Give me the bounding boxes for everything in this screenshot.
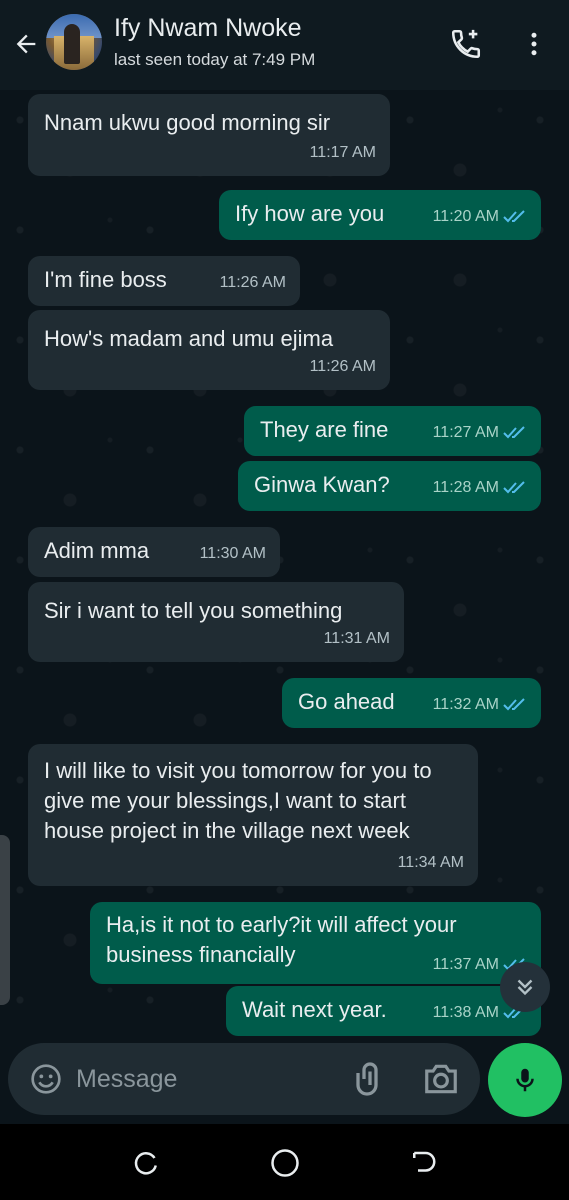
message-composer (8, 1043, 480, 1115)
message-outgoing[interactable]: Go ahead 11:32 AM (282, 678, 541, 728)
message-incoming[interactable]: Nnam ukwu good morning sir 11:17 AM (28, 94, 390, 176)
add-call-icon (451, 29, 481, 59)
message-time: 11:28 AM (432, 479, 499, 496)
add-call-button[interactable] (446, 24, 486, 64)
camera-icon[interactable] (422, 1063, 460, 1095)
message-incoming[interactable]: Adim mma 11:30 AM (28, 527, 280, 577)
message-time: 11:17 AM (309, 144, 376, 161)
last-seen-status: last seen today at 7:49 PM (114, 50, 316, 69)
message-time: 11:31 AM (323, 630, 390, 647)
read-ticks-icon (503, 698, 525, 711)
message-outgoing[interactable]: Ify how are you 11:20 AM (219, 190, 541, 240)
message-time: 11:37 AM (432, 956, 499, 973)
message-outgoing[interactable]: Ha,is it not to early?it will affect you… (90, 902, 541, 984)
message-time: 11:26 AM (219, 274, 286, 291)
chat-area[interactable]: Nnam ukwu good morning sir 11:17 AM Ify … (0, 90, 569, 1040)
read-ticks-icon (503, 210, 525, 223)
back-nav-icon[interactable] (408, 1148, 438, 1178)
message-text: I will like to visit you tomorrow for yo… (44, 758, 432, 843)
message-text: How's madam and umu ejima (44, 326, 334, 351)
chevron-double-down-icon (517, 979, 533, 996)
message-outgoing[interactable]: Ginwa Kwan? 11:28 AM (238, 461, 541, 511)
message-time: 11:32 AM (432, 696, 499, 713)
message-time: 11:26 AM (309, 358, 376, 375)
message-time: 11:27 AM (432, 424, 499, 441)
message-time: 11:20 AM (432, 208, 499, 225)
attach-icon[interactable] (352, 1061, 388, 1097)
message-incoming[interactable]: I will like to visit you tomorrow for yo… (28, 744, 478, 886)
message-text: Nnam ukwu good morning sir (44, 110, 331, 135)
more-vert-icon (531, 32, 537, 56)
scroll-to-bottom-button[interactable] (500, 962, 550, 1012)
message-time: 11:34 AM (397, 854, 464, 871)
message-text: Sir i want to tell you something (44, 598, 343, 623)
mic-icon (516, 1068, 534, 1092)
message-time: 11:38 AM (432, 1004, 499, 1021)
home-icon[interactable] (270, 1148, 300, 1178)
read-ticks-icon (503, 481, 525, 494)
read-ticks-icon (503, 426, 525, 439)
message-outgoing[interactable]: Wait next year. 11:38 AM (226, 986, 541, 1036)
menu-button[interactable] (514, 24, 554, 64)
message-outgoing[interactable]: They are fine 11:27 AM (244, 406, 541, 456)
message-input[interactable] (76, 1059, 336, 1099)
recent-apps-icon[interactable] (132, 1148, 162, 1178)
system-nav-bar (0, 1124, 569, 1200)
message-incoming[interactable]: Sir i want to tell you something 11:31 A… (28, 582, 404, 662)
message-incoming[interactable]: How's madam and umu ejima 11:26 AM (28, 310, 390, 390)
contact-name[interactable]: Ify Nwam Nwoke (114, 14, 302, 43)
message-incoming[interactable]: I'm fine boss 11:26 AM (28, 256, 300, 306)
arrow-left-icon (16, 34, 36, 54)
side-panel-handle[interactable] (0, 835, 10, 1005)
chat-header: Ify Nwam Nwoke last seen today at 7:49 P… (0, 0, 569, 90)
message-time: 11:30 AM (199, 545, 266, 562)
avatar[interactable] (46, 14, 102, 70)
back-button[interactable] (8, 26, 44, 62)
mic-button[interactable] (488, 1043, 562, 1117)
emoji-icon[interactable] (30, 1063, 62, 1095)
